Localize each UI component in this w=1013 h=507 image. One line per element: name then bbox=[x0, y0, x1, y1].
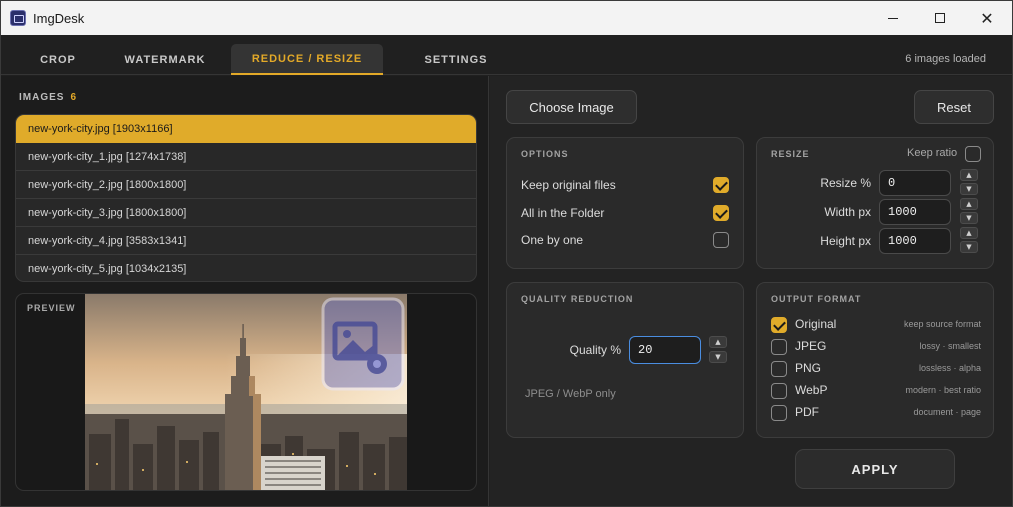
watermark-logo-icon bbox=[321, 297, 405, 391]
format-name: Original bbox=[795, 317, 837, 331]
images-panel: IMAGES 6 new-york-city.jpg [1903x1166] ne… bbox=[1, 76, 489, 506]
resize-percent-up-button[interactable]: ▲ bbox=[960, 169, 978, 181]
format-name: JPEG bbox=[795, 339, 827, 353]
options-card: OPTIONS Keep original files All in the F… bbox=[506, 137, 744, 269]
format-desc: lossy · smallest bbox=[919, 341, 981, 351]
settings-panel: Choose Image Reset OPTIONS Keep original… bbox=[490, 76, 1012, 506]
keep-ratio-label: Keep ratio bbox=[907, 147, 958, 159]
title-bar: ImgDesk ✕ bbox=[1, 1, 1012, 35]
tab-settings[interactable]: SETTINGS bbox=[397, 45, 515, 75]
resize-card: RESIZE Keep ratio Resize % 0 ▲ ▼ Width p… bbox=[756, 137, 994, 269]
close-button[interactable]: ✕ bbox=[964, 1, 1010, 35]
keep-ratio-checkbox[interactable] bbox=[965, 146, 981, 162]
minimize-button[interactable] bbox=[870, 1, 916, 35]
height-label: Height px bbox=[820, 234, 871, 248]
reset-button[interactable]: Reset bbox=[914, 90, 994, 124]
image-list-item[interactable]: new-york-city_4.jpg [3583x1341] bbox=[16, 227, 476, 255]
apply-button[interactable]: APPLY bbox=[795, 449, 955, 489]
tab-bar: CROP WATERMARK REDUCE / RESIZE SETTINGS … bbox=[1, 35, 1012, 75]
format-desc: keep source format bbox=[903, 319, 981, 329]
width-label: Width px bbox=[824, 205, 871, 219]
choose-image-button[interactable]: Choose Image bbox=[506, 90, 637, 124]
minimize-icon bbox=[888, 17, 898, 19]
format-pdf-checkbox[interactable] bbox=[771, 405, 787, 421]
format-original-checkbox[interactable] bbox=[771, 317, 787, 333]
resize-percent-input[interactable]: 0 bbox=[879, 170, 951, 196]
image-list-item[interactable]: new-york-city_5.jpg [1034x2135] bbox=[16, 255, 476, 281]
preview-panel: PREVIEW bbox=[15, 293, 477, 491]
option-label-keep-original: Keep original files bbox=[521, 178, 616, 192]
tab-watermark[interactable]: WATERMARK bbox=[111, 45, 219, 75]
preview-image bbox=[85, 294, 407, 490]
resize-percent-down-button[interactable]: ▼ bbox=[960, 183, 978, 195]
format-jpeg-checkbox[interactable] bbox=[771, 339, 787, 355]
image-list: new-york-city.jpg [1903x1166] new-york-c… bbox=[15, 114, 477, 282]
width-input[interactable]: 1000 bbox=[879, 199, 951, 225]
quality-label: Quality % bbox=[569, 343, 621, 357]
quality-hint: JPEG / WebP only bbox=[525, 388, 616, 400]
format-desc: lossless · alpha bbox=[918, 363, 981, 373]
quality-title: QUALITY REDUCTION bbox=[521, 294, 634, 304]
maximize-button[interactable] bbox=[917, 1, 963, 35]
format-png-checkbox[interactable] bbox=[771, 361, 787, 377]
image-list-item[interactable]: new-york-city_1.jpg [1274x1738] bbox=[16, 143, 476, 171]
quality-up-button[interactable]: ▲ bbox=[709, 336, 727, 348]
output-format-title: OUTPUT FORMAT bbox=[771, 294, 862, 304]
format-webp-checkbox[interactable] bbox=[771, 383, 787, 399]
option-label-all-in-folder: All in the Folder bbox=[521, 206, 605, 220]
output-format-card: OUTPUT FORMAT Original keep source forma… bbox=[756, 282, 994, 438]
format-name: PNG bbox=[795, 361, 822, 375]
images-heading: IMAGES 6 bbox=[19, 92, 77, 103]
options-title: OPTIONS bbox=[521, 149, 569, 159]
resize-title: RESIZE bbox=[771, 149, 810, 159]
width-down-button[interactable]: ▼ bbox=[960, 212, 978, 224]
quality-input[interactable]: 20 bbox=[629, 336, 701, 364]
format-name: WebP bbox=[795, 383, 828, 397]
option-label-one-by-one: One by one bbox=[521, 233, 584, 247]
height-input[interactable]: 1000 bbox=[879, 228, 951, 254]
height-up-button[interactable]: ▲ bbox=[960, 227, 978, 239]
app-logo-icon bbox=[10, 10, 26, 26]
close-icon: ✕ bbox=[980, 8, 994, 28]
format-name: PDF bbox=[795, 405, 819, 419]
keep-original-checkbox[interactable] bbox=[713, 177, 729, 193]
image-list-item[interactable]: new-york-city.jpg [1903x1166] bbox=[16, 115, 476, 143]
images-count-badge: 6 bbox=[70, 92, 78, 103]
height-down-button[interactable]: ▼ bbox=[960, 241, 978, 253]
quality-card: QUALITY REDUCTION Quality % 20 ▲ ▼ JPEG … bbox=[506, 282, 744, 438]
preview-label: PREVIEW bbox=[27, 303, 76, 313]
app-window: ImgDesk ✕ CROP WATERMARK REDUCE / RESIZE… bbox=[0, 0, 1013, 507]
format-desc: modern · best ratio bbox=[905, 385, 981, 395]
images-loaded-status: 6 images loaded bbox=[905, 53, 986, 65]
quality-down-button[interactable]: ▼ bbox=[709, 351, 727, 363]
all-in-folder-checkbox[interactable] bbox=[713, 205, 729, 221]
tab-reduce-resize[interactable]: REDUCE / RESIZE bbox=[231, 44, 383, 75]
images-heading-label: IMAGES bbox=[19, 92, 65, 103]
image-list-item[interactable]: new-york-city_3.jpg [1800x1800] bbox=[16, 199, 476, 227]
one-by-one-checkbox[interactable] bbox=[713, 232, 729, 248]
window-title: ImgDesk bbox=[33, 11, 85, 26]
tab-crop[interactable]: CROP bbox=[23, 45, 93, 75]
maximize-icon bbox=[935, 13, 945, 23]
image-list-item[interactable]: new-york-city_2.jpg [1800x1800] bbox=[16, 171, 476, 199]
width-up-button[interactable]: ▲ bbox=[960, 198, 978, 210]
format-desc: document · page bbox=[913, 407, 981, 417]
resize-percent-label: Resize % bbox=[820, 176, 871, 190]
